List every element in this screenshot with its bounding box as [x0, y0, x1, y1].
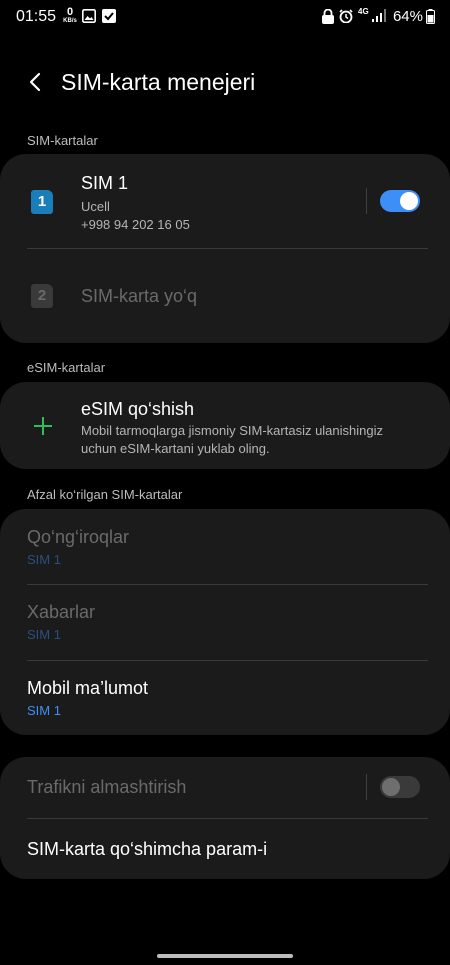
sim2-badge-icon: 2	[31, 284, 53, 308]
network-type-label: 4G	[358, 7, 369, 16]
sim1-carrier: Ucell	[81, 199, 110, 214]
mobile-data-value: SIM 1	[27, 703, 61, 718]
preferred-sims-card: Qo‘ng‘iroqlar SIM 1 Xabarlar SIM 1 Mobil…	[0, 509, 450, 735]
status-bar: 01:55 0 KB/s 4G 64%	[0, 0, 450, 34]
calls-label: Qo‘ng‘iroqlar	[27, 527, 130, 547]
messages-label: Xabarlar	[27, 602, 96, 622]
battery-icon	[426, 9, 435, 24]
signal-icon	[372, 9, 386, 22]
sim1-number: +998 94 202 16 05	[81, 217, 190, 232]
sim1-toggle[interactable]	[380, 190, 420, 212]
battery-percentage: 64%	[392, 8, 423, 25]
page-title: SIM-karta menejeri	[61, 69, 256, 95]
status-time: 01:55	[16, 8, 57, 25]
messages-row[interactable]: Xabarlar SIM 1	[0, 585, 450, 660]
calls-value: SIM 1	[27, 552, 61, 567]
network-speed-value: 0	[66, 6, 74, 18]
toggle-separator	[366, 774, 367, 800]
sim-cards-card: 1 SIM 1 Ucell +998 94 202 16 05 2 SIM-ka…	[0, 154, 450, 343]
calls-row[interactable]: Qo‘ng‘iroqlar SIM 1	[0, 509, 450, 584]
toggle-separator	[366, 188, 367, 214]
mobile-data-row[interactable]: Mobil ma’lumot SIM 1	[0, 661, 450, 735]
section-label-esim-cards: eSIM-kartalar	[27, 360, 106, 375]
traffic-switch-label: Trafikni almashtirish	[27, 777, 187, 797]
mobile-data-label: Mobil ma’lumot	[27, 678, 149, 698]
more-settings-label: SIM-karta qo‘shimcha param-i	[27, 839, 268, 859]
sim1-badge-icon: 1	[31, 190, 53, 214]
traffic-switch-toggle-knob	[382, 778, 400, 796]
section-label-sim-cards: SIM-kartalar	[27, 133, 98, 148]
more-settings-row[interactable]: SIM-karta qo‘shimcha param-i	[0, 819, 450, 879]
sim1-toggle-knob	[400, 192, 418, 210]
network-speed-unit: KB/s	[63, 18, 77, 24]
esim-description-line2: uchun eSIM-kartani yuklab oling.	[81, 441, 270, 456]
add-icon	[34, 417, 52, 435]
lock-icon	[322, 9, 334, 24]
network-speed-indicator: 0 KB/s	[61, 6, 79, 25]
home-indicator[interactable]	[157, 954, 293, 958]
traffic-switch-toggle[interactable]	[380, 776, 420, 798]
messages-value: SIM 1	[27, 627, 61, 642]
back-arrow-icon[interactable]	[24, 68, 48, 96]
section-label-preferred: Afzal ko‘rilgan SIM-kartalar	[27, 487, 183, 502]
image-icon	[82, 9, 96, 23]
checkbox-icon	[102, 9, 116, 23]
extra-settings-card: Trafikni almashtirish SIM-karta qo‘shimc…	[0, 757, 450, 879]
esim-card[interactable]: eSIM qo‘shish Mobil tarmoqlarga jismoniy…	[0, 382, 450, 469]
esim-description-line1: Mobil tarmoqlarga jismoniy SIM-kartasiz …	[81, 423, 383, 438]
app-header: SIM-karta menejeri	[0, 60, 450, 104]
esim-add-title: eSIM qo‘shish	[81, 399, 195, 419]
sim2-label: SIM-karta yo‘q	[81, 286, 198, 306]
sim1-name: SIM 1	[81, 173, 129, 193]
alarm-icon	[339, 9, 353, 23]
sim2-row[interactable]: 2 SIM-karta yo‘q	[0, 249, 450, 343]
